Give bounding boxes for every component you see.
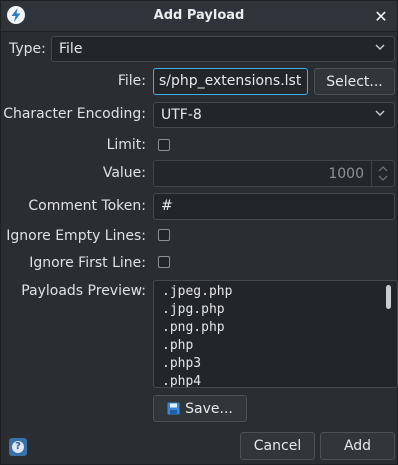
type-select-value: File [59,41,83,57]
save-payloads-button[interactable]: Save... [153,395,247,422]
select-file-button-label: Select... [326,74,383,90]
cancel-button-label: Cancel [253,438,302,454]
close-icon[interactable]: ✕ [371,6,391,26]
encoding-select[interactable]: UTF-8 [153,102,395,128]
chevron-down-icon [375,110,385,116]
add-button-label: Add [343,438,372,454]
limit-checkbox[interactable] [158,139,170,151]
list-item: .php [162,338,194,353]
spin-arrows-icon [378,166,388,181]
chevron-down-icon [375,44,385,50]
comment-token-field[interactable]: # [153,193,395,220]
list-item: .png.php [162,320,225,335]
limit-value-spinbox[interactable]: 1000 [153,160,395,187]
add-button[interactable]: Add [320,432,395,460]
list-item: .php3 [162,356,202,371]
type-label: Type: [9,41,46,57]
comment-token-value: # [161,198,173,214]
payloads-preview-label: Payloads Preview: [21,283,146,299]
spinbox-arrows[interactable] [371,161,394,186]
limit-label: Limit: [106,137,146,153]
add-payload-dialog: Add Payload ✕ Type: File File: s/php_ext… [0,0,398,465]
floppy-disk-icon [167,402,180,415]
encoding-select-value: UTF-8 [161,107,202,123]
title-bar[interactable]: Add Payload ✕ [1,1,397,32]
select-file-button[interactable]: Select... [314,68,395,95]
comment-token-label: Comment Token: [28,198,146,214]
list-item: .jpeg.php [162,284,233,299]
ignore-first-line-checkbox[interactable] [158,256,170,268]
type-select[interactable]: File [51,36,395,62]
limit-value-text: 1000 [328,166,364,182]
value-label: Value: [102,165,146,181]
file-path-value: s/php_extensions.lst [159,73,302,89]
file-label: File: [117,73,146,89]
preview-scrollbar[interactable] [386,285,391,309]
list-item: .jpg.php [162,302,225,317]
encoding-label: Character Encoding: [3,106,146,122]
cancel-button[interactable]: Cancel [240,432,315,460]
save-payloads-button-label: Save... [185,400,233,417]
payloads-preview-list[interactable]: .jpeg.php .jpg.php .png.php .php .php3 .… [153,280,398,388]
window-title: Add Payload [153,8,245,23]
list-item: .php4 [162,374,202,388]
file-path-field[interactable]: s/php_extensions.lst [153,68,308,95]
ignore-empty-lines-label: Ignore Empty Lines: [6,228,146,244]
payloads-preview-items: .jpeg.php .jpg.php .png.php .php .php3 .… [162,283,233,388]
help-icon[interactable]: ? [9,438,27,456]
ignore-empty-lines-checkbox[interactable] [158,229,170,241]
ignore-first-line-label: Ignore First Line: [29,255,146,271]
